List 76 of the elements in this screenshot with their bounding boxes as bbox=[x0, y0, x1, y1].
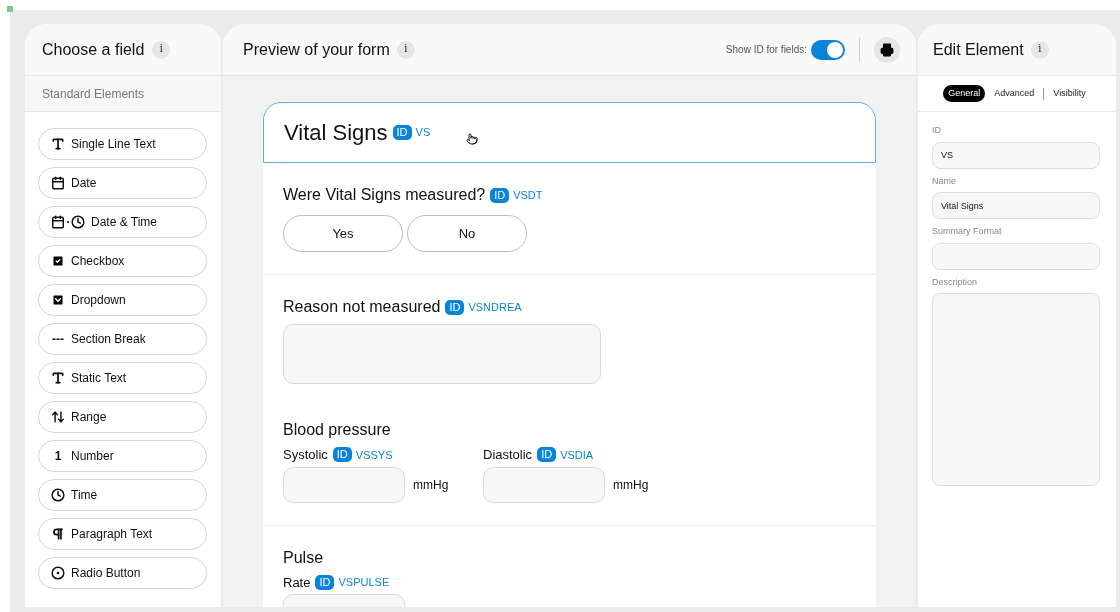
field-type-button[interactable]: Radio Button bbox=[38, 557, 207, 589]
panel-title: Edit Element bbox=[933, 39, 1024, 60]
dropdown-icon bbox=[51, 293, 65, 307]
description-field[interactable] bbox=[932, 293, 1100, 486]
tab[interactable]: Advanced bbox=[989, 85, 1040, 102]
printer-icon bbox=[880, 42, 894, 57]
number-input[interactable] bbox=[483, 466, 605, 503]
field-type-button[interactable]: Static Text bbox=[38, 362, 207, 394]
clock-icon bbox=[51, 488, 65, 502]
field-id: VSSYS bbox=[355, 447, 393, 463]
field-id: VSDIA bbox=[560, 447, 594, 463]
text-area[interactable] bbox=[283, 324, 601, 384]
info-icon[interactable]: i bbox=[1030, 40, 1049, 59]
info-icon[interactable]: i bbox=[152, 40, 171, 59]
option-button[interactable]: Yes bbox=[283, 215, 403, 252]
group-title: Pulse bbox=[283, 547, 325, 568]
unit-label: mmHg bbox=[413, 476, 450, 494]
print-button[interactable] bbox=[874, 36, 900, 63]
field-type-button[interactable]: Single Line Text bbox=[38, 128, 207, 160]
number-input[interactable] bbox=[283, 466, 405, 503]
id-badge: ID bbox=[315, 574, 335, 590]
hand-cursor-icon bbox=[466, 132, 478, 146]
pilcrow-icon bbox=[51, 527, 65, 541]
field-label: Name bbox=[932, 174, 957, 188]
up-down-arrows-icon bbox=[51, 410, 65, 424]
checkbox-icon bbox=[51, 254, 65, 268]
field-label: Summary Format bbox=[932, 225, 1003, 238]
field-id: VSPULSE bbox=[338, 575, 390, 590]
field-label: Rate bbox=[283, 573, 311, 592]
field-id: VS bbox=[415, 125, 431, 141]
field-type-button[interactable]: --- Section Break bbox=[38, 323, 207, 355]
form-title-section[interactable]: Vital Signs ID VS bbox=[263, 102, 876, 163]
field-type-button[interactable]: Paragraph Text bbox=[38, 518, 207, 550]
text-input[interactable] bbox=[932, 242, 1100, 270]
id-badge: ID bbox=[332, 447, 352, 463]
question-label: Were Vital Signs measured? bbox=[283, 185, 486, 205]
id-badge: ID bbox=[537, 447, 557, 463]
text-size-icon bbox=[51, 137, 65, 151]
text-input[interactable]: VS bbox=[932, 141, 1100, 169]
radio-icon bbox=[51, 566, 65, 580]
field-label: Systolic bbox=[283, 446, 328, 464]
field-type-button[interactable]: 1 Number bbox=[38, 440, 207, 472]
field-label: Description bbox=[932, 275, 979, 289]
calendar-icon bbox=[51, 176, 65, 190]
glyph-icon: --- bbox=[51, 333, 65, 345]
id-badge: ID bbox=[392, 125, 412, 140]
id-badge: ID bbox=[490, 187, 510, 203]
id-badge: ID bbox=[445, 299, 465, 315]
field-id: VSNDREA bbox=[468, 299, 522, 315]
field-label: ID bbox=[932, 124, 942, 137]
glyph-icon: 1 bbox=[51, 450, 65, 462]
toggle-label: Show ID for fields: bbox=[725, 43, 807, 57]
field-type-button[interactable]: Dropdown bbox=[38, 284, 207, 316]
toggle-switch[interactable] bbox=[811, 39, 845, 60]
section-heading: Standard Elements bbox=[42, 85, 145, 103]
field-label: Diastolic bbox=[483, 446, 533, 464]
info-icon[interactable]: i bbox=[396, 40, 415, 59]
panel-title: Choose a field bbox=[42, 39, 145, 60]
field-label: Reason not measured bbox=[283, 297, 441, 317]
panel-title: Preview of your form bbox=[243, 39, 390, 60]
group-title: Blood pressure bbox=[283, 420, 392, 440]
field-type-button[interactable]: Range bbox=[38, 401, 207, 433]
option-button[interactable]: No bbox=[407, 215, 527, 252]
calendar-clock-icon bbox=[51, 215, 85, 229]
field-type-button[interactable]: Date & Time bbox=[38, 206, 207, 238]
text-input[interactable]: Vital Signs bbox=[932, 192, 1100, 219]
tab[interactable]: Visibility bbox=[1048, 85, 1091, 102]
corner-marker bbox=[7, 6, 13, 12]
letter-t-icon bbox=[51, 371, 65, 385]
field-type-button[interactable]: Time bbox=[38, 479, 207, 511]
field-id: VSDT bbox=[513, 187, 543, 203]
tab[interactable]: General bbox=[943, 85, 986, 102]
unit-label: mmHg bbox=[613, 476, 650, 494]
field-type-button[interactable]: Date bbox=[38, 167, 207, 199]
form-title: Vital Signs bbox=[284, 119, 388, 147]
field-type-button[interactable]: Checkbox bbox=[38, 245, 207, 277]
